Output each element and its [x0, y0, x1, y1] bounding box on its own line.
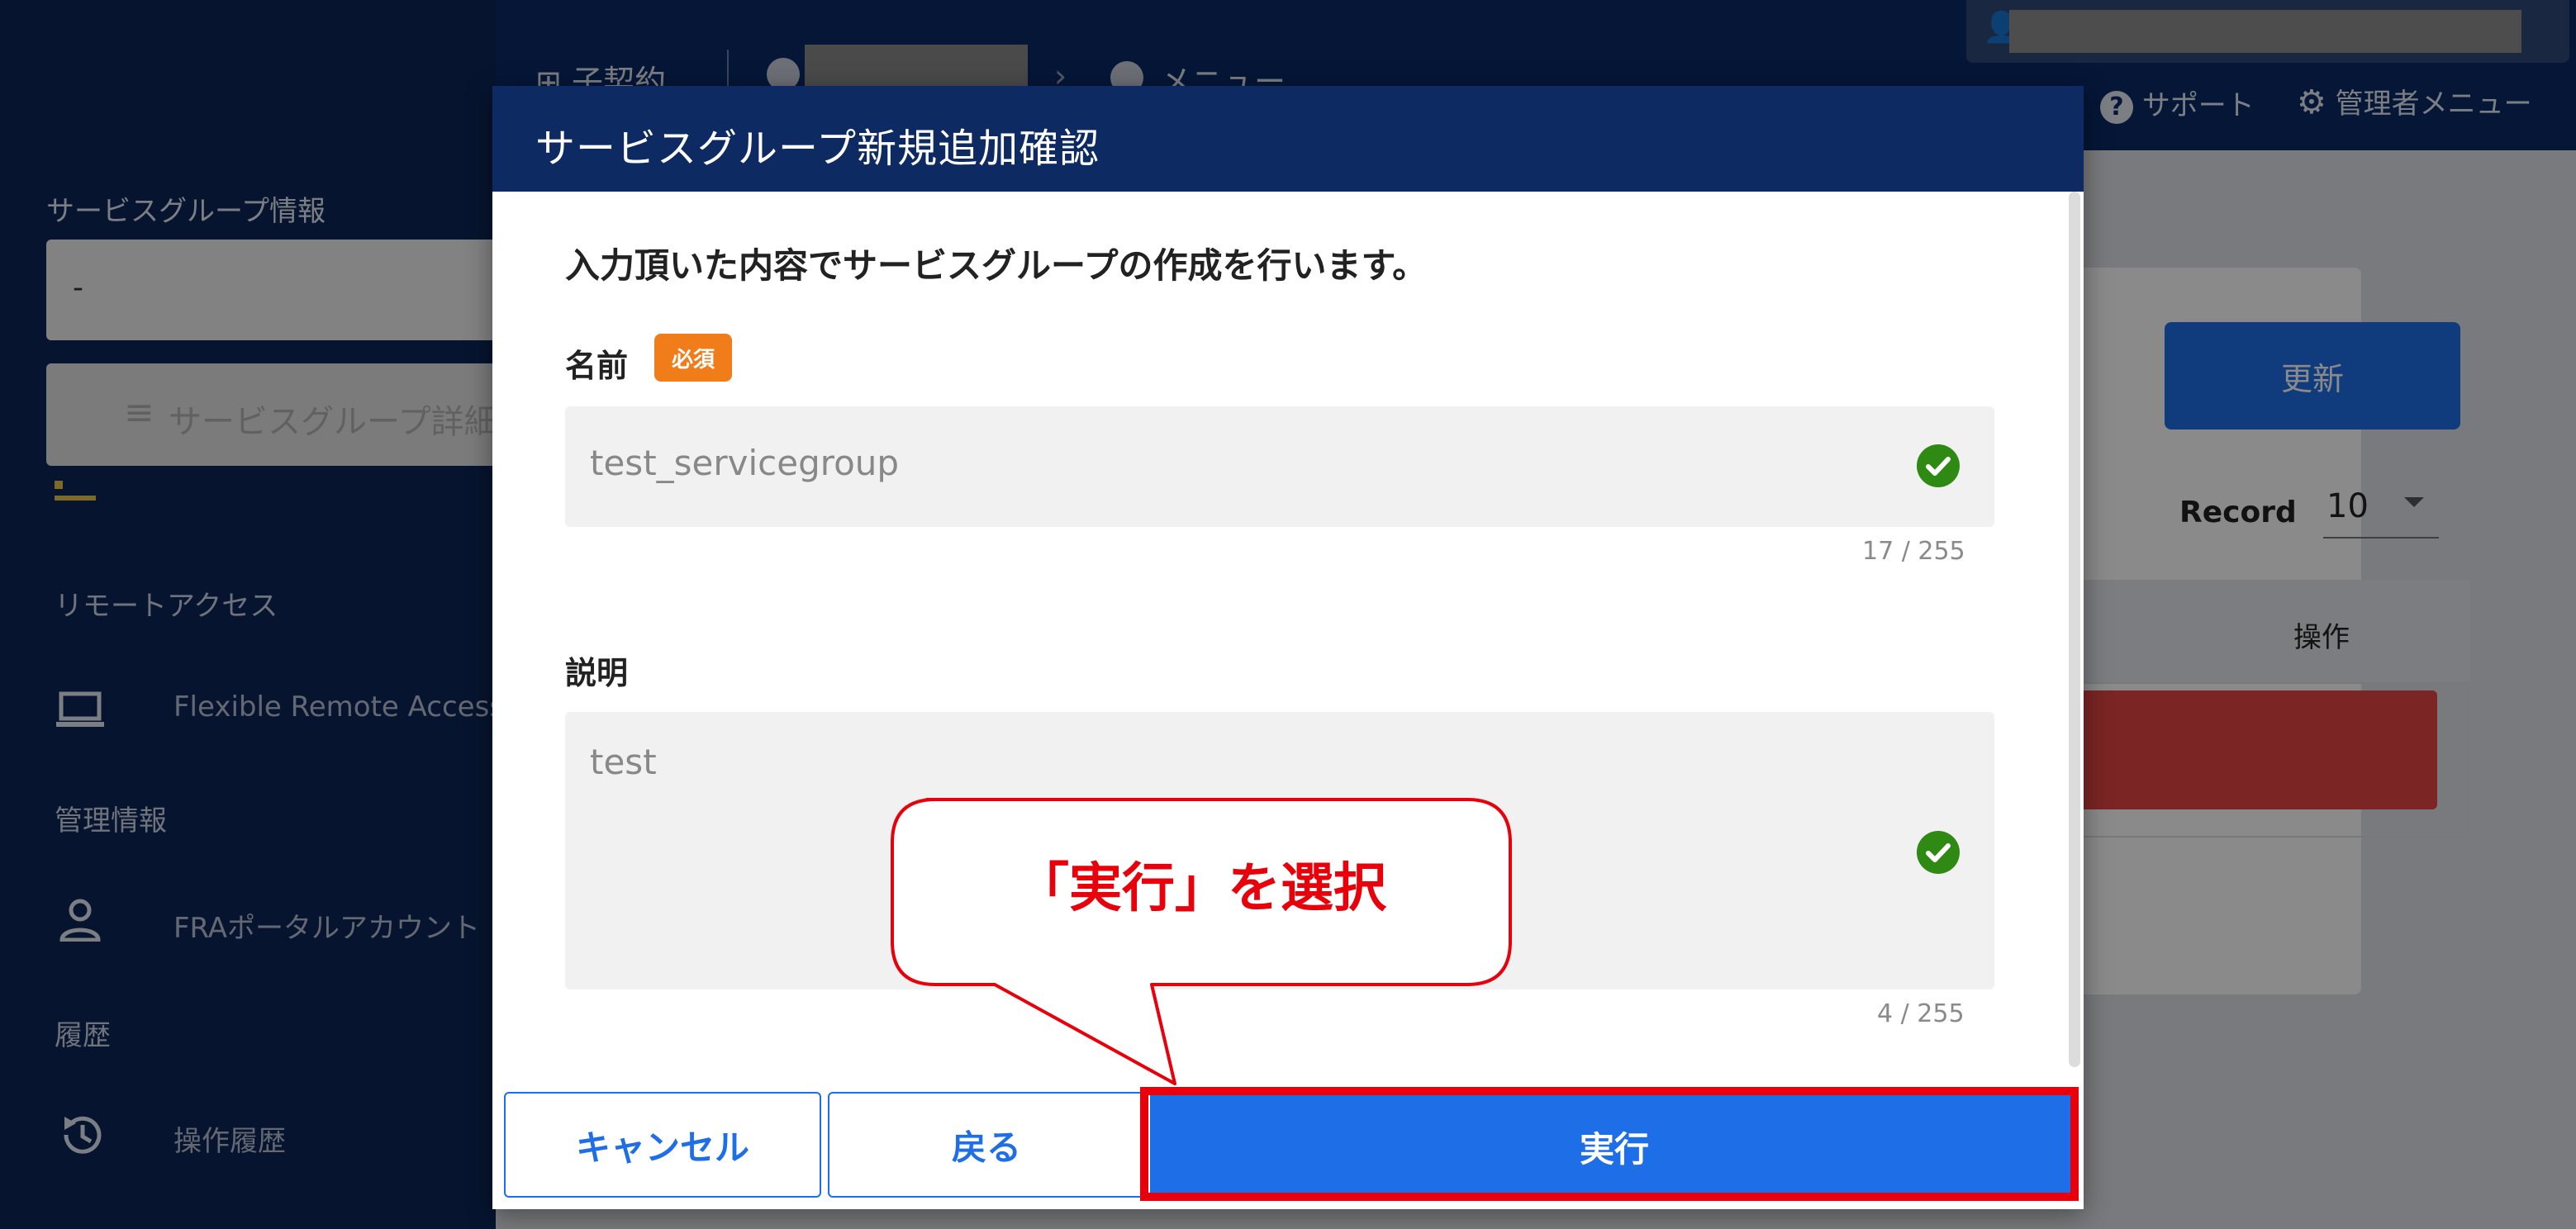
dialog-message: 入力頂いた内容でサービスグループの作成を行います。	[565, 245, 1428, 286]
execute-highlight-box	[1140, 1087, 2079, 1201]
name-field-value: test_servicegroup	[590, 443, 900, 483]
description-label: 説明	[565, 655, 629, 691]
name-field[interactable]: test_servicegroup	[565, 406, 1994, 527]
back-button[interactable]: 戻る	[828, 1092, 1145, 1198]
dialog-header: サービスグループ新規追加確認	[492, 86, 2084, 192]
check-circle-icon	[1917, 831, 1960, 874]
name-label: 名前	[565, 348, 629, 384]
description-field-value: test	[590, 742, 657, 782]
description-counter: 4 / 255	[1877, 999, 1965, 1028]
required-badge: 必須	[654, 334, 732, 382]
callout-bubble	[891, 798, 1512, 1085]
dialog-scrollbar[interactable]	[2069, 192, 2080, 1067]
name-counter: 17 / 255	[1862, 537, 1965, 566]
check-circle-icon	[1917, 444, 1960, 487]
callout-text: 「実行」を選択	[1016, 858, 1386, 919]
dialog-title: サービスグループ新規追加確認	[535, 126, 1100, 172]
cancel-button[interactable]: キャンセル	[504, 1092, 821, 1198]
